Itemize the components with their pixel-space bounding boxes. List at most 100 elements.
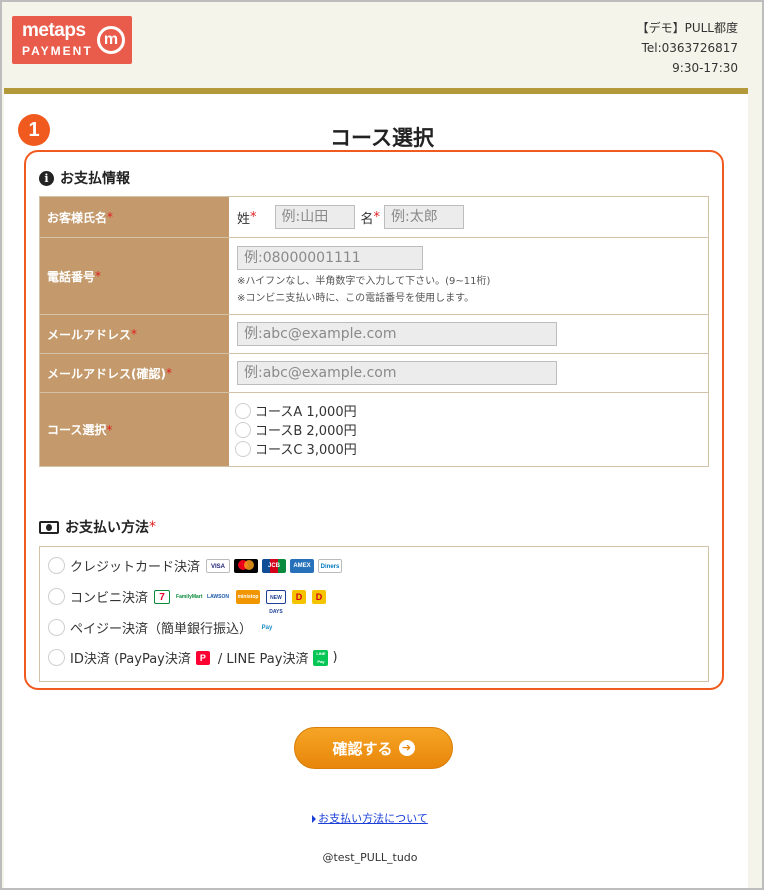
row-customer-name: お客様氏名 * 姓 * 例:山田 名 * 例:太郎 <box>40 197 708 238</box>
phone-input[interactable]: 例:08000001111 <box>237 245 423 270</box>
course-option-b[interactable]: コースB 2,000円 <box>235 420 708 439</box>
course-option-a-label: コースA 1,000円 <box>255 405 357 420</box>
label-course: コース選択 * <box>40 393 229 466</box>
mastercard-icon <box>234 558 259 573</box>
payment-section-title-text: お支払い方法 <box>65 520 149 536</box>
payment-method-linepay-label: / LINE Pay決済 <box>217 652 309 667</box>
shop-hours: 9:30-17:30 <box>672 61 738 75</box>
triangle-right-icon <box>312 815 317 823</box>
shop-tel: Tel:0363726817 <box>641 41 738 55</box>
label-customer-name: お客様氏名 * <box>40 197 229 237</box>
value-course: コースA 1,000円 コースB 2,000円 コースC 3,000円 <box>229 393 708 466</box>
label-text: コース選択 <box>47 423 107 437</box>
info-section-title-text: お支払情報 <box>60 171 130 187</box>
label-email-confirm: メールアドレス(確認) * <box>40 354 229 392</box>
payment-method-payeasy-label: ペイジー決済（簡単銀行振込） <box>70 622 253 637</box>
diners-icon: Diners <box>318 558 343 573</box>
page-title: コース選択 <box>330 126 434 150</box>
ministop-icon: ministop <box>236 589 261 604</box>
row-phone: 電話番号 * 例:08000001111 ※ハイフンなし、半角数字で入力して下さい… <box>40 238 708 315</box>
label-text: 電話番号 <box>47 269 96 284</box>
course-option-b-label: コースB 2,000円 <box>255 424 357 439</box>
logo-text-metaps: metaps <box>22 20 86 41</box>
radio-course-c[interactable] <box>235 440 251 457</box>
radio-convenience[interactable] <box>48 588 65 605</box>
required-mark: * <box>95 269 102 283</box>
metaps-payment-logo: metaps PAYMENT m <box>12 16 132 64</box>
label-email: メールアドレス * <box>40 315 229 353</box>
daily-yamazaki-icon: D <box>292 589 307 604</box>
payment-method-credit-label: クレジットカード決済 <box>70 560 201 575</box>
course-option-c-label: コースC 3,000円 <box>255 443 357 458</box>
required-mark: * <box>373 209 381 225</box>
confirm-button[interactable]: 確認する ➔ <box>294 727 453 769</box>
last-name-input[interactable]: 例:山田 <box>274 205 355 229</box>
radio-course-a[interactable] <box>235 402 251 419</box>
course-option-a[interactable]: コースA 1,000円 <box>235 401 708 420</box>
course-option-c[interactable]: コースC 3,000円 <box>235 439 708 458</box>
email-confirm-input[interactable]: 例:abc@example.com <box>237 361 557 385</box>
value-email: 例:abc@example.com <box>229 315 708 353</box>
amex-icon: AMEX <box>290 558 315 573</box>
payment-method-id-close: ) <box>332 650 338 665</box>
last-name-label: 姓 <box>237 211 251 227</box>
required-mark: * <box>131 327 138 341</box>
row-email-confirm: メールアドレス(確認) * 例:abc@example.com <box>40 354 708 393</box>
shop-info: 【デモ】PULL都度 Tel:0363726817 9:30-17:30 <box>637 18 738 78</box>
label-text: お客様氏名 <box>47 210 108 225</box>
payment-method-credit[interactable]: クレジットカード決済 VISA JCB AMEX Diners <box>48 556 343 575</box>
required-mark: * <box>106 422 113 437</box>
payeasy-icon: Pay <box>261 624 273 631</box>
page-header: metaps PAYMENT m 【デモ】PULL都度 Tel:03637268… <box>2 2 748 88</box>
footer-text: @test_PULL_tudo <box>322 851 418 864</box>
newdays-icon: NEW DAYS <box>266 589 287 615</box>
payment-method-convenience[interactable]: コンビニ決済 7 FamilyMart LAWSON ministop NEW … <box>48 587 327 615</box>
lawson-icon: LAWSON <box>207 593 229 600</box>
value-email-confirm: 例:abc@example.com <box>229 354 708 392</box>
required-mark: * <box>107 210 114 224</box>
required-mark: * <box>149 519 156 535</box>
payment-method-id-label: ID決済 (PayPay決済 <box>70 652 191 667</box>
visa-icon: VISA <box>206 558 231 573</box>
required-mark: * <box>250 209 257 225</box>
confirm-button-label: 確認する <box>332 739 393 758</box>
payment-info-link-text[interactable]: お支払い方法について <box>318 812 428 825</box>
first-name-label: 名 <box>360 211 374 227</box>
info-section-title: i お支払情報 <box>39 168 130 188</box>
payment-method-convenience-label: コンビニ決済 <box>70 591 149 606</box>
payment-section-title: お支払い方法 * <box>39 517 156 537</box>
payment-info-link[interactable]: お支払い方法について <box>0 810 740 826</box>
radio-payeasy[interactable] <box>48 619 65 636</box>
money-icon <box>39 520 59 534</box>
info-icon: i <box>39 170 54 186</box>
label-phone: 電話番号 * <box>40 238 229 314</box>
radio-id-payment[interactable] <box>48 649 65 666</box>
linepay-icon: LINE Pay <box>313 649 329 666</box>
shop-name: 【デモ】PULL都度 <box>636 21 738 35</box>
label-text: メールアドレス(確認) <box>47 366 166 381</box>
payment-method-payeasy[interactable]: ペイジー決済（簡単銀行振込） Pay <box>48 618 276 637</box>
familymart-icon: FamilyMart <box>176 593 203 600</box>
row-course: コース選択 * コースA 1,000円 コースB 2,000円 コースC 3,00… <box>40 393 708 466</box>
logo-text-payment: PAYMENT <box>22 44 93 58</box>
seven-eleven-icon: 7 <box>154 589 171 604</box>
first-name-input[interactable]: 例:太郎 <box>384 205 465 229</box>
payment-info-form: お客様氏名 * 姓 * 例:山田 名 * 例:太郎 電話番号 * 例:080000011… <box>39 196 709 467</box>
required-mark: * <box>165 366 172 380</box>
email-input[interactable]: 例:abc@example.com <box>237 322 557 346</box>
jcb-icon: JCB <box>262 558 287 573</box>
radio-credit[interactable] <box>48 557 65 574</box>
phone-note-2: ※コンビニ支払い時に、この電話番号を使用します。 <box>237 292 475 304</box>
radio-course-b[interactable] <box>235 421 251 438</box>
yamazaki-icon: D <box>312 589 327 604</box>
phone-note-1: ※ハイフンなし、半角数字で入力して下さい。(9~11桁) <box>237 275 491 287</box>
arrow-right-circle-icon: ➔ <box>398 740 415 756</box>
label-text: メールアドレス <box>47 327 132 342</box>
value-phone: 例:08000001111 ※ハイフンなし、半角数字で入力して下さい。(9~11… <box>229 238 708 314</box>
paypay-icon: P <box>195 650 210 665</box>
payment-method-id[interactable]: ID決済 (PayPay決済 P / LINE Pay決済 LINE Pay ) <box>48 648 338 667</box>
row-email: メールアドレス * 例:abc@example.com <box>40 315 708 354</box>
logo-mark-icon: m <box>97 26 125 54</box>
payment-method-list: クレジットカード決済 VISA JCB AMEX Diners コンビニ決済 7… <box>39 546 709 682</box>
value-customer-name: 姓 * 例:山田 名 * 例:太郎 <box>229 197 708 237</box>
